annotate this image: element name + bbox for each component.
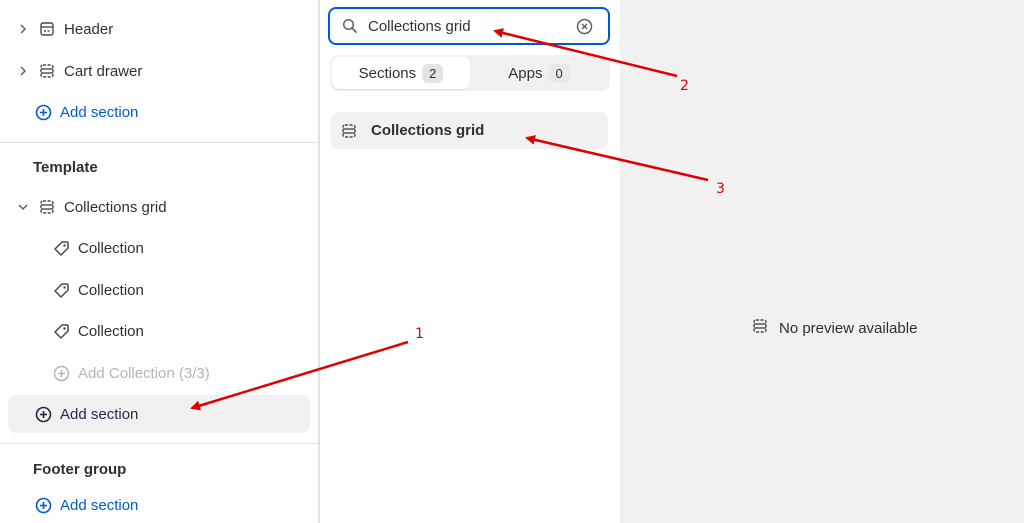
add-section-label: Add section	[60, 103, 139, 121]
sidebar-item-header[interactable]: Header	[8, 10, 310, 48]
sidebar-item-label: Cart drawer	[64, 62, 143, 80]
sidebar-item-label: Header	[64, 20, 114, 38]
chevron-right-icon[interactable]	[16, 66, 30, 76]
template-group-title: Template	[33, 159, 98, 176]
add-section-label: Add section	[60, 496, 139, 514]
plus-circle-icon	[34, 103, 52, 121]
section-icon	[38, 62, 56, 80]
clear-search-icon[interactable]	[576, 17, 594, 35]
footer-group-title: Footer group	[33, 461, 127, 478]
block-item-collection[interactable]: Collection	[8, 229, 310, 267]
add-section-button-header[interactable]: Add section	[8, 93, 310, 131]
divider	[0, 142, 318, 143]
search-box[interactable]	[328, 7, 610, 45]
block-item-label: Collection	[78, 239, 144, 257]
add-section-button-footer[interactable]: Add section	[8, 486, 310, 523]
picker-tabs: Sections 2 Apps 0	[330, 55, 610, 91]
section-icon	[752, 318, 768, 338]
tab-apps[interactable]: Apps 0	[470, 57, 608, 89]
chevron-down-icon[interactable]	[16, 203, 30, 211]
chevron-right-icon[interactable]	[16, 24, 30, 34]
section-icon	[341, 122, 359, 140]
tab-label: Sections	[358, 64, 417, 82]
tag-icon	[52, 322, 70, 340]
tag-icon	[52, 281, 70, 299]
block-item-label: Collection	[78, 322, 144, 340]
tab-sections[interactable]: Sections 2	[332, 57, 470, 89]
add-collection-label: Add Collection (3/3)	[78, 364, 210, 382]
search-result-label: Collections grid	[371, 122, 485, 139]
sidebar-item-label: Collections grid	[64, 198, 167, 216]
plus-circle-icon	[52, 364, 70, 382]
block-item-label: Collection	[78, 281, 144, 299]
no-preview-message: No preview available	[752, 318, 917, 338]
add-collection-button: Add Collection (3/3)	[8, 354, 310, 392]
tab-count-badge: 2	[422, 63, 444, 83]
section-icon	[38, 20, 56, 38]
section-picker-panel: Sections 2 Apps 0 Collections grid	[320, 0, 620, 523]
sidebar-item-collections-grid[interactable]: Collections grid	[8, 188, 310, 226]
search-result-collections-grid[interactable]: Collections grid	[331, 112, 608, 149]
editor-sidebar: Header Cart drawer Add section Template …	[0, 0, 318, 523]
add-section-label: Add section	[60, 405, 139, 423]
divider	[0, 443, 318, 444]
annotation-label-1: 1	[415, 326, 424, 342]
block-item-collection[interactable]: Collection	[8, 312, 310, 350]
block-item-collection[interactable]: Collection	[8, 271, 310, 309]
search-input[interactable]	[368, 17, 568, 35]
search-icon	[342, 17, 360, 35]
sidebar-item-cart-drawer[interactable]: Cart drawer	[8, 52, 310, 90]
plus-circle-icon	[34, 405, 52, 423]
no-preview-text: No preview available	[779, 319, 918, 337]
section-icon	[38, 198, 56, 216]
plus-circle-icon	[34, 496, 52, 514]
annotation-label-3: 3	[716, 181, 725, 197]
add-section-button-template[interactable]: Add section	[8, 395, 310, 433]
tab-label: Apps	[508, 64, 543, 82]
tag-icon	[52, 239, 70, 257]
annotation-label-2: 2	[680, 78, 689, 94]
tab-count-badge: 0	[548, 63, 570, 83]
